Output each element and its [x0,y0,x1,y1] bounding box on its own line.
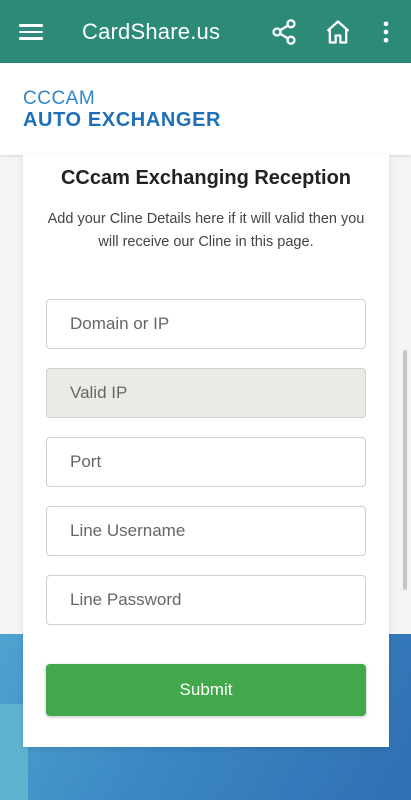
port-input[interactable] [46,437,366,487]
app-title: CardShare.us [82,19,221,44]
line-password-input[interactable] [46,575,366,625]
app-bar: CardShare.us [0,0,411,63]
menu-icon[interactable] [19,20,43,42]
brand-logo[interactable]: CCCAM AUTO EXCHANGER [0,63,411,155]
brand-line1: CCCAM [23,88,96,109]
more-vert-icon[interactable] [372,18,400,46]
valid-ip-input [46,368,366,418]
form-heading: CCcam Exchanging Reception [60,167,352,189]
scrollbar[interactable] [403,350,407,590]
domain-ip-input[interactable] [46,299,366,349]
brand-line2: AUTO EXCHANGER [23,109,222,131]
exchange-form-card: CCcam Exchanging Reception Add your Clin… [23,155,389,747]
home-icon[interactable] [324,18,352,46]
form-description: Add your Cline Details here if it will v… [47,211,365,250]
share-icon[interactable] [270,18,298,46]
submit-button[interactable]: Submit [46,664,366,716]
line-username-input[interactable] [46,506,366,556]
